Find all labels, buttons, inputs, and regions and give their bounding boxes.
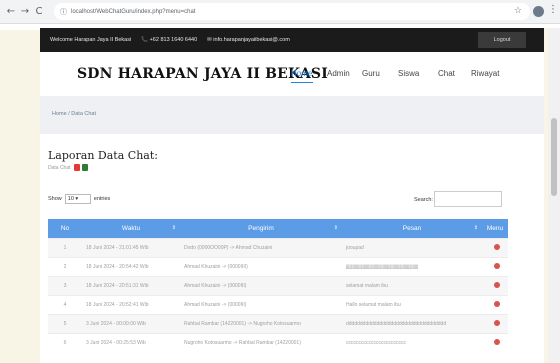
cell-menu bbox=[482, 256, 508, 276]
profile-avatar[interactable] bbox=[533, 6, 544, 17]
cell-pesan: jjjjjjjjjjjjjjjjjjjjjjjjjjjjjjjjjjjjjjjj… bbox=[342, 256, 482, 276]
delete-icon[interactable] bbox=[494, 338, 500, 345]
page-length-select[interactable]: 10 ▾ bbox=[64, 194, 91, 204]
page-length-control: Show 10 ▾ entries bbox=[48, 194, 110, 204]
table-row: 1 18 Juni 2024 - 21:01:45 Wib Dodo (0000… bbox=[48, 237, 508, 257]
cell-no: 3 bbox=[48, 275, 82, 295]
col-header-pengirim[interactable]: Pengirim ⇕ bbox=[180, 219, 342, 238]
cell-waktu: 3 Juni 2024 - 00:00:00 Wib bbox=[82, 313, 180, 333]
cell-no: 5 bbox=[48, 313, 82, 333]
email-contact: ✉ info.harapanjayaiibekasi@.com bbox=[207, 37, 290, 43]
cell-waktu: 18 Juni 2024 - 21:01:45 Wib bbox=[82, 237, 180, 257]
delete-icon[interactable] bbox=[494, 319, 500, 326]
table-row: 6 3 Juni 2024 - 00:25:53 Wib Nugroho Kot… bbox=[48, 332, 508, 352]
breadcrumb[interactable]: Home / Data Chat bbox=[52, 111, 96, 117]
table-row: 3 18 Juni 2024 - 20:51:31 Wib Ahmad Khuz… bbox=[48, 275, 508, 295]
browser-toolbar: ← → C ⓘ localhost/WebChatGuru/index.php?… bbox=[0, 0, 560, 24]
url-text: localhost/WebChatGuru/index.php?menu=cha… bbox=[71, 8, 196, 15]
cell-menu bbox=[482, 294, 508, 314]
active-nav-underline bbox=[291, 82, 313, 83]
site-header: SDN HARAPAN JAYA II BEKASI Home Admin Gu… bbox=[40, 52, 544, 96]
logout-button[interactable]: Logout bbox=[478, 32, 526, 48]
col-header-menu[interactable]: Menu bbox=[482, 219, 508, 238]
nav-guru[interactable]: Guru bbox=[362, 69, 380, 78]
cell-waktu: 3 Juni 2024 - 00:25:53 Wib bbox=[82, 332, 180, 352]
scrollbar-thumb[interactable] bbox=[551, 118, 557, 196]
nav-chat[interactable]: Chat bbox=[438, 69, 455, 78]
phone-contact: 📞 +62 813 1640 6440 bbox=[141, 37, 198, 43]
cell-no: 6 bbox=[48, 332, 82, 352]
cell-menu bbox=[482, 313, 508, 333]
page: ← → C ⓘ localhost/WebChatGuru/index.php?… bbox=[0, 0, 560, 363]
left-gutter bbox=[0, 30, 40, 363]
nav-admin[interactable]: Admin bbox=[327, 69, 350, 78]
cell-pengirim: Ahmad Khuzaini -> (0000III) bbox=[180, 275, 342, 295]
top-info-bar: Welcome Harapan Jaya II Bekasi 📞 +62 813… bbox=[40, 28, 544, 52]
table-row: 2 18 Juni 2024 - 20:54:42 Wib Ahmad Khuz… bbox=[48, 256, 508, 276]
table-row: 4 18 Juni 2024 - 20:52:41 Wib Ahmad Khuz… bbox=[48, 294, 508, 314]
cell-pesan: selamat malam ibu bbox=[342, 275, 482, 295]
cell-pengirim: Dodo (0000OO00P) -> Ahmad Chuzaini bbox=[180, 237, 342, 257]
address-bar[interactable]: ⓘ localhost/WebChatGuru/index.php?menu=c… bbox=[54, 3, 530, 20]
col-header-waktu[interactable]: Waktu ⇕ bbox=[82, 219, 180, 238]
forward-icon[interactable]: → bbox=[18, 6, 32, 17]
col-header-pesan[interactable]: Pesan ⇕ bbox=[342, 219, 482, 238]
table-row: 5 3 Juni 2024 - 00:00:00 Wib Rahbal Ramb… bbox=[48, 313, 508, 333]
cell-no: 2 bbox=[48, 256, 82, 276]
cell-pengirim: Ahmad Khuzaini -> (0000IIII) bbox=[180, 256, 342, 276]
report-subtitle: Data Chat bbox=[48, 164, 88, 171]
cell-waktu: 18 Juni 2024 - 20:51:31 Wib bbox=[82, 275, 180, 295]
report-subtitle-text: Data Chat bbox=[48, 164, 71, 171]
delete-icon[interactable] bbox=[494, 281, 500, 288]
delete-icon[interactable] bbox=[494, 262, 500, 269]
cell-pengirim: Nugroho Kotosuarmo -> Rahbal Rambar (142… bbox=[180, 332, 342, 352]
cell-no: 4 bbox=[48, 294, 82, 314]
cell-menu bbox=[482, 237, 508, 257]
nav-home[interactable]: Home bbox=[291, 69, 312, 78]
excel-export-icon[interactable] bbox=[81, 164, 88, 171]
bookmark-star-icon[interactable]: ☆ bbox=[514, 6, 522, 16]
page-length-value: 10 bbox=[67, 196, 74, 202]
site-info-icon[interactable]: ⓘ bbox=[60, 7, 67, 17]
main-content: Laporan Data Chat: Data Chat Show 10 ▾ e… bbox=[40, 134, 544, 363]
col-header-no[interactable]: No bbox=[48, 219, 82, 238]
delete-icon[interactable] bbox=[494, 243, 500, 250]
welcome-text: Welcome Harapan Jaya II Bekasi bbox=[50, 37, 132, 43]
cell-menu bbox=[482, 275, 508, 295]
cell-no: 1 bbox=[48, 237, 82, 257]
breadcrumb-band: Home / Data Chat bbox=[40, 96, 544, 134]
chat-table: No Waktu ⇕ Pengirim ⇕ Pesan ⇕ Menu 1 18 Jun… bbox=[48, 219, 508, 352]
report-title: Laporan Data Chat: bbox=[48, 149, 158, 162]
show-label: Show bbox=[48, 196, 62, 202]
nav-riwayat[interactable]: Riwayat bbox=[471, 69, 499, 78]
cell-pesan: cccccccccccccccccccccccc bbox=[342, 332, 482, 352]
cell-pengirim: Rahbal Rambar (14220001) -> Nugroho Koto… bbox=[180, 313, 342, 333]
pdf-export-icon[interactable] bbox=[73, 164, 80, 171]
cell-waktu: 18 Juni 2024 - 20:54:42 Wib bbox=[82, 256, 180, 276]
search-label: Search: bbox=[414, 197, 433, 203]
nav-siswa[interactable]: Siswa bbox=[398, 69, 419, 78]
cell-pesan: dddddddddddddddddddddddddddddddddddd bbox=[342, 313, 482, 333]
cell-menu bbox=[482, 332, 508, 352]
entries-label: entries bbox=[93, 196, 111, 202]
delete-icon[interactable] bbox=[494, 300, 500, 307]
back-icon[interactable]: ← bbox=[4, 6, 18, 17]
search-input[interactable] bbox=[434, 191, 502, 207]
cell-pesan: Hallo selamat malam ibu bbox=[342, 294, 482, 314]
cell-pengirim: Ahmad Khuzaini -> (0000III) bbox=[180, 294, 342, 314]
table-header-row: No Waktu ⇕ Pengirim ⇕ Pesan ⇕ Menu bbox=[48, 219, 508, 238]
browser-menu-icon[interactable]: ⋮ bbox=[548, 4, 558, 15]
cell-waktu: 18 Juni 2024 - 20:52:41 Wib bbox=[82, 294, 180, 314]
cell-pesan: jooupad bbox=[342, 237, 482, 257]
reload-icon[interactable]: C bbox=[32, 6, 46, 17]
